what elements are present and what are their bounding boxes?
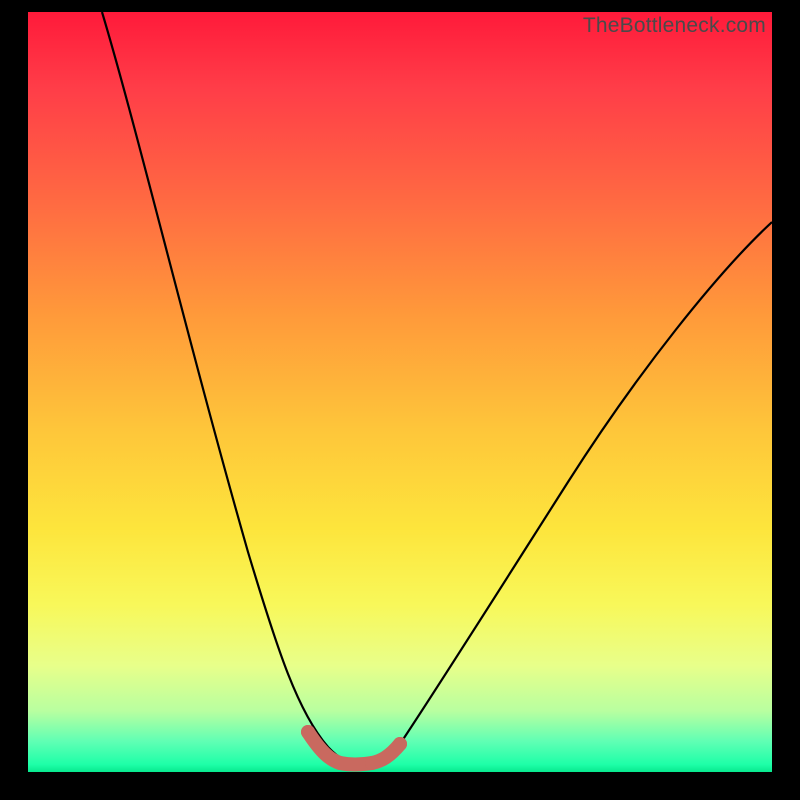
watermark-text: TheBottleneck.com bbox=[583, 14, 766, 38]
bottleneck-curve-svg bbox=[28, 12, 772, 772]
plot-area bbox=[28, 12, 772, 772]
trough-markers bbox=[308, 732, 400, 765]
chart-frame: TheBottleneck.com bbox=[0, 0, 800, 800]
bottleneck-curve-path bbox=[102, 12, 772, 764]
